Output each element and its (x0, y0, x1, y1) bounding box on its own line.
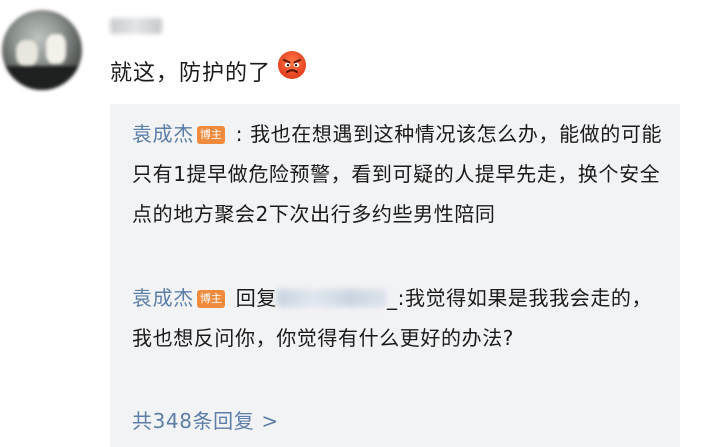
blogger-badge: 博主 (196, 126, 225, 144)
reply-list: 袁成杰 博主 : 我也在想遇到这种情况该怎么办，能做的可能只有1提早做危险预警，看… (110, 104, 680, 447)
reply-separator: : (228, 122, 251, 146)
weibo-comment-card: 就这，防护的了 袁成杰 博主 : 我也在想遇到这种情况该怎么办，能做的可能只有1… (0, 0, 724, 447)
angry-face-icon (277, 50, 307, 94)
blurred-reply-target[interactable] (276, 289, 387, 307)
reply-suffix: _: (386, 286, 405, 310)
reply-item: 袁成杰 博主 回复 _:我觉得如果是我我会走的，我也想反问你，你觉得有什么更好的办法… (132, 278, 664, 358)
reply-author[interactable]: 袁成杰 (132, 286, 194, 310)
reply-item: 袁成杰 博主 : 我也在想遇到这种情况该怎么办，能做的可能只有1提早做危险预警，看… (132, 114, 664, 234)
reply-prefix: 回复 (235, 286, 277, 310)
blogger-badge: 博主 (196, 290, 225, 308)
comment-text: 就这，防护的了 (110, 50, 307, 96)
more-replies-link[interactable]: 共348条回复 > (132, 401, 279, 441)
avatar[interactable] (2, 10, 82, 90)
reply-author[interactable]: 袁成杰 (132, 122, 194, 146)
blurred-username[interactable] (110, 18, 162, 34)
comment-body: 就这，防护的了 (110, 61, 272, 86)
